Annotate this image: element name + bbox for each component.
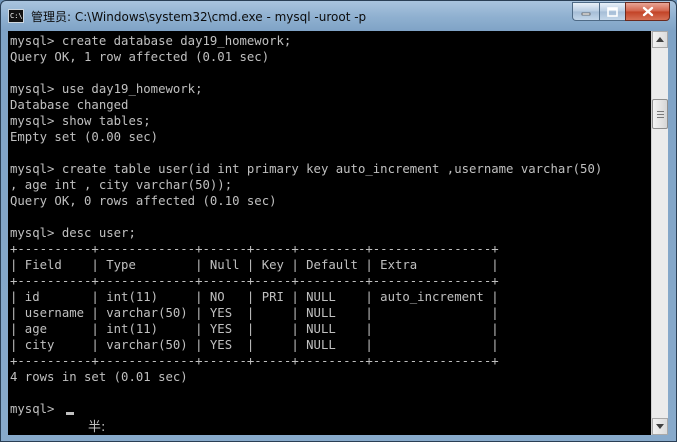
- arrow-up-icon: [656, 37, 664, 42]
- console-line: | Field | Type | Null | Key | Default | …: [10, 258, 499, 272]
- close-button[interactable]: [625, 2, 670, 21]
- minimize-icon: [581, 12, 591, 15]
- console-line: mysql> show tables;: [10, 114, 151, 128]
- console-line: 4 rows in set (0.01 sec): [10, 370, 188, 384]
- scroll-down-button[interactable]: [652, 418, 668, 435]
- console-line: +----------+-------------+------+-----+-…: [10, 242, 499, 256]
- maximize-button[interactable]: [599, 2, 625, 21]
- console-line: mysql>: [10, 402, 62, 416]
- cmd-app-icon[interactable]: C:\: [8, 9, 24, 23]
- scroll-thumb[interactable]: [652, 99, 668, 129]
- title-bar[interactable]: C:\ 管理员: C:\Windows\system32\cmd.exe - m…: [1, 1, 676, 31]
- caption-buttons: [572, 2, 670, 21]
- console-line: Query OK, 0 rows affected (0.10 sec): [10, 194, 277, 208]
- console-line: +----------+-------------+------+-----+-…: [10, 274, 499, 288]
- window-title: 管理员: C:\Windows\system32\cmd.exe - mysql…: [31, 10, 367, 24]
- console-line: mysql> create table user(id int primary …: [10, 162, 603, 176]
- thumb-grip-line: [657, 114, 664, 115]
- console-line: , age int , city varchar(50));: [10, 178, 233, 192]
- console-line: | username | varchar(50) | YES | | NULL …: [10, 306, 499, 320]
- console-line: mysql> use day19_homework;: [10, 82, 203, 96]
- console-line: | age | int(11) | YES | | NULL | |: [10, 322, 499, 336]
- arrow-down-icon: [656, 424, 664, 429]
- console-line: Empty set (0.00 sec): [10, 130, 159, 144]
- thumb-grip-line: [657, 117, 664, 118]
- close-icon: [642, 6, 653, 17]
- console-line: Database changed: [10, 98, 129, 112]
- vertical-scrollbar[interactable]: [651, 31, 668, 435]
- console-line: | id | int(11) | NO | PRI | NULL | auto_…: [10, 290, 499, 304]
- maximize-icon: [607, 6, 618, 17]
- console-output[interactable]: mysql> create database day19_homework; Qu…: [8, 31, 651, 435]
- thumb-grip-line: [657, 111, 664, 112]
- console-line: | city | varchar(50) | YES | | NULL | |: [10, 338, 499, 352]
- text-cursor: [66, 412, 74, 415]
- minimize-button[interactable]: [572, 2, 599, 21]
- cmd-window: C:\ 管理员: C:\Windows\system32\cmd.exe - m…: [0, 0, 677, 442]
- console-line: mysql> desc user;: [10, 226, 136, 240]
- console-line: Query OK, 1 row affected (0.01 sec): [10, 50, 270, 64]
- console-line: +----------+-------------+------+-----+-…: [10, 354, 499, 368]
- scroll-up-button[interactable]: [652, 31, 668, 48]
- ime-indicator: 半:: [88, 420, 106, 435]
- console-text: mysql> create database day19_homework; Qu…: [8, 31, 651, 417]
- console-line: mysql> create database day19_homework;: [10, 34, 292, 48]
